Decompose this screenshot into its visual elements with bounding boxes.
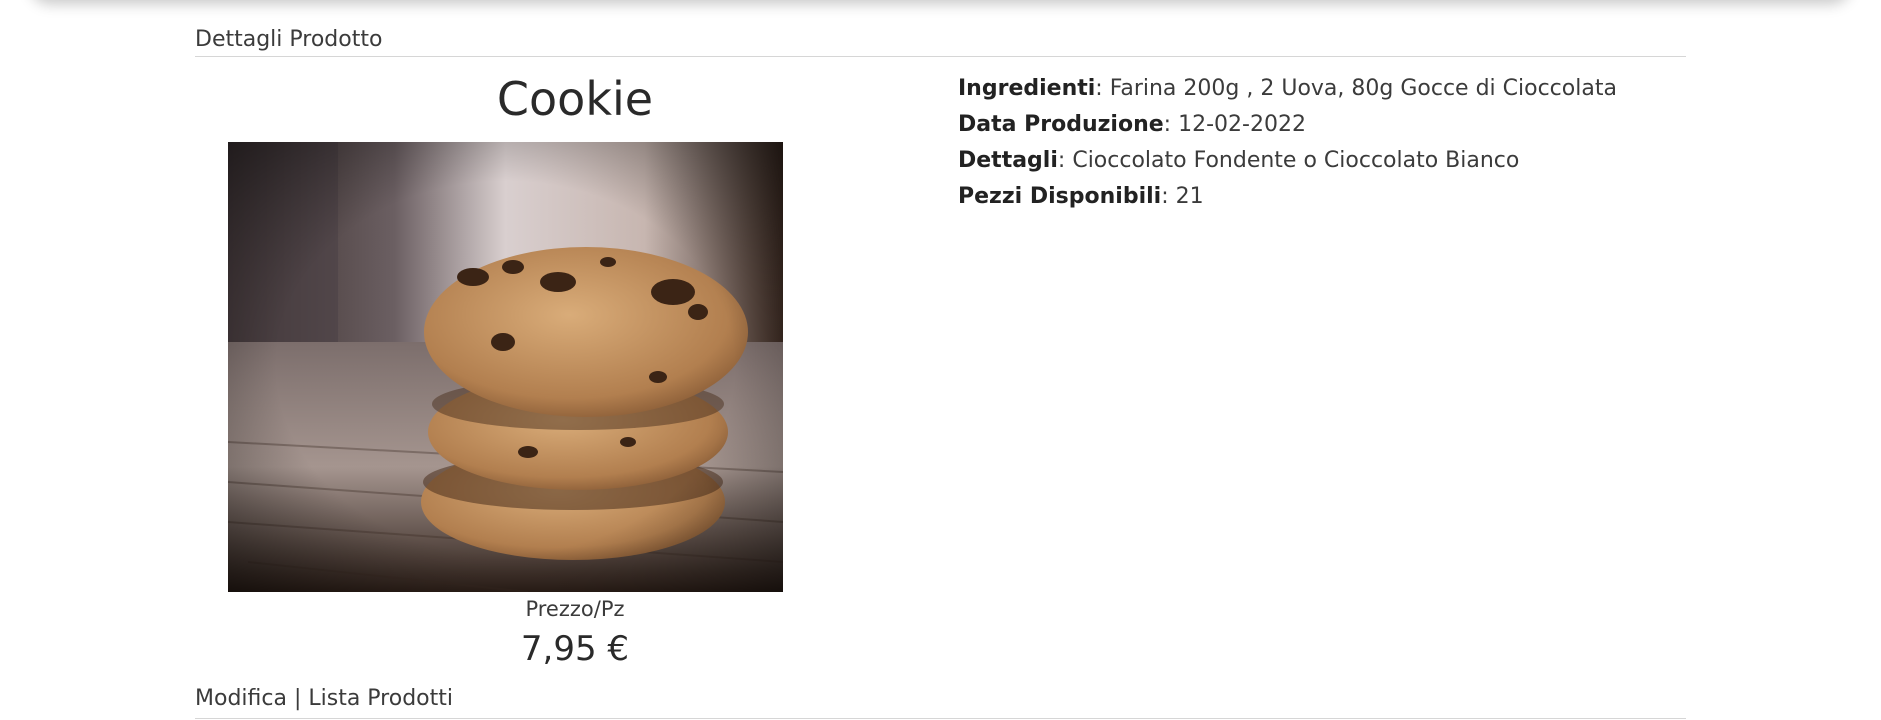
price-label: Prezzo/Pz — [525, 597, 625, 621]
detail-label: Ingredienti — [958, 76, 1096, 101]
detail-value: Farina 200g , 2 Uova, 80g Gocce di Ciocc… — [1109, 76, 1617, 101]
detail-production-date: Data Produzione: 12-02-2022 — [958, 112, 1617, 148]
edit-link[interactable]: Modifica — [195, 686, 287, 711]
detail-value: Cioccolato Fondente o Cioccolato Bianco — [1072, 148, 1520, 173]
product-detail-container: Dettagli Prodotto Cookie Prezzo/Pz 7,95 … — [195, 0, 1686, 720]
detail-separator: : — [1095, 76, 1103, 101]
detail-separator: : — [1163, 112, 1172, 137]
detail-separator: : — [1057, 148, 1066, 173]
detail-label: Pezzi Disponibili — [958, 184, 1162, 209]
section-title: Dettagli Prodotto — [195, 27, 383, 52]
detail-available-pieces: Pezzi Disponibili: 21 — [958, 184, 1617, 220]
price-value: 7,95 € — [520, 629, 630, 669]
divider — [195, 56, 1686, 57]
detail-ingredients: Ingredienti: Farina 200g , 2 Uova, 80g G… — [958, 76, 1617, 112]
divider — [195, 718, 1686, 719]
detail-separator: : — [1161, 184, 1169, 209]
product-name: Cookie — [496, 72, 654, 126]
product-list-link[interactable]: Lista Prodotti — [308, 686, 453, 711]
detail-label: Data Produzione — [958, 112, 1164, 137]
product-details: Ingredienti: Farina 200g , 2 Uova, 80g G… — [958, 76, 1617, 220]
footer-links: Modifica | Lista Prodotti — [195, 686, 453, 711]
product-image — [228, 142, 783, 592]
detail-value: 21 — [1175, 184, 1204, 209]
detail-value: 12-02-2022 — [1178, 112, 1306, 137]
cookie-photo — [228, 142, 783, 592]
link-separator: | — [293, 686, 302, 711]
detail-label: Dettagli — [958, 148, 1058, 173]
detail-details: Dettagli: Cioccolato Fondente o Cioccola… — [958, 148, 1617, 184]
